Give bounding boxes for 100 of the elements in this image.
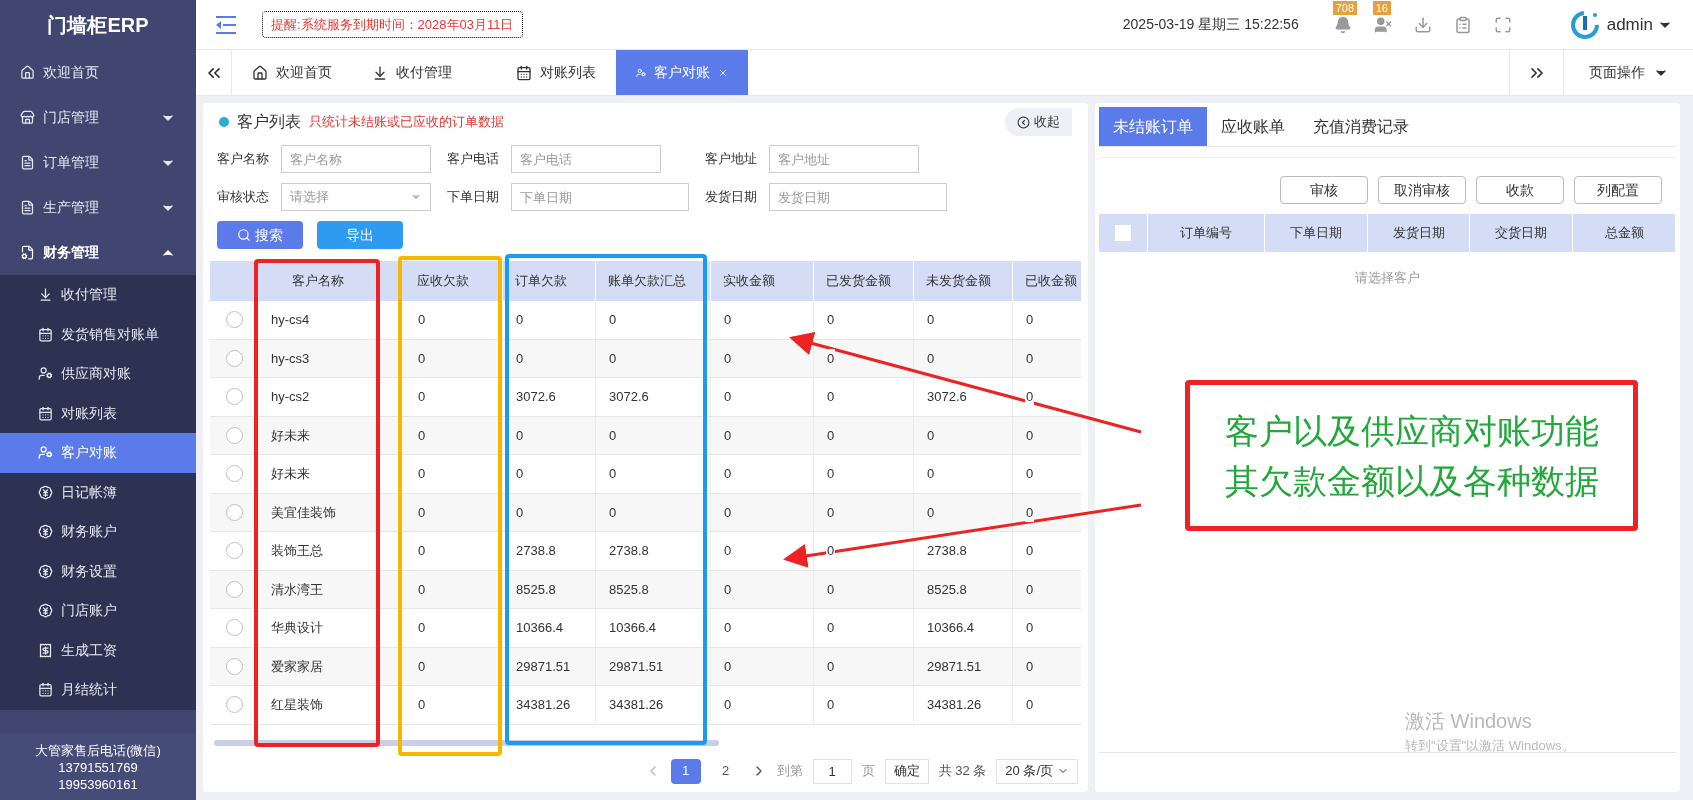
filter-label: 客户地址	[705, 150, 758, 169]
date-time: 2025-03-19 星期三 15:22:56	[1122, 15, 1299, 34]
filter-input[interactable]: 客户地址	[769, 145, 919, 173]
sidebar-subitem[interactable]: 生成工资	[0, 630, 196, 670]
menu-icon	[38, 445, 53, 461]
sidebar-subitem[interactable]: 收付管理	[0, 275, 196, 315]
support-contact: 19953960161	[58, 775, 138, 793]
total-count: 共 32 条	[938, 762, 987, 781]
menu-icon	[38, 287, 53, 303]
menu-icon	[38, 366, 53, 382]
sidebar-item[interactable]: 欢迎首页	[0, 50, 196, 95]
page-number[interactable]: 1	[670, 758, 701, 784]
fullscreen-icon[interactable]	[1493, 15, 1512, 34]
page-size-select[interactable]: 20 条/页	[996, 758, 1078, 784]
user-icon[interactable]	[1373, 15, 1392, 34]
callout-text: 客户以及供应商对账功能	[1224, 410, 1599, 452]
order-tab[interactable]: 充值消费记录	[1299, 107, 1423, 146]
menu-icon	[20, 245, 35, 260]
search-button[interactable]: 搜索	[217, 221, 303, 249]
page-input[interactable]: 1	[812, 758, 852, 784]
app-logo: 门墙柜ERP	[47, 13, 149, 38]
tab-icon	[516, 64, 532, 81]
sidebar-item[interactable]: 订单管理	[0, 140, 196, 185]
column-header: 下单日期	[1264, 214, 1368, 252]
panel-title: 客户列表	[237, 112, 301, 132]
action-button[interactable]: 收款	[1476, 176, 1564, 204]
callout-text: 其欠款金额以及各种数据	[1224, 460, 1599, 502]
row-radio[interactable]	[225, 580, 243, 598]
sidebar-subitem[interactable]: 月结统计	[0, 670, 196, 710]
page-unit: 页	[861, 762, 875, 781]
order-tab[interactable]: 应收账单	[1207, 107, 1299, 146]
row-radio[interactable]	[225, 619, 243, 637]
page-actions-menu[interactable]: 页面操作	[1563, 50, 1693, 95]
count-badge: 16	[1372, 0, 1391, 15]
filter-input[interactable]: 客户名称	[281, 145, 431, 173]
filter-input[interactable]: 发货日期	[769, 183, 947, 211]
user-menu[interactable]: admin	[1606, 11, 1673, 38]
chevron-icon	[1017, 115, 1030, 129]
menu-icon	[38, 326, 53, 342]
count-badge: 708	[1332, 0, 1358, 15]
menu-icon	[38, 682, 53, 698]
column-header: 总金额	[1573, 214, 1676, 252]
bell-icon[interactable]	[1333, 15, 1352, 34]
sidebar-subitem[interactable]: 对账列表	[0, 393, 196, 433]
menu-icon	[20, 65, 35, 80]
filter-label: 下单日期	[447, 188, 500, 207]
sidebar-subitem[interactable]: 发货销售对账单	[0, 314, 196, 354]
panel-hint: 只统计未结账或已应收的订单数据	[309, 113, 504, 132]
row-radio[interactable]	[225, 657, 243, 675]
filter-label: 发货日期	[705, 188, 758, 207]
row-radio[interactable]	[225, 696, 243, 714]
horizontal-scrollbar[interactable]	[214, 740, 719, 746]
page-number[interactable]: 2	[710, 758, 741, 784]
select-all-checkbox[interactable]	[1114, 225, 1131, 241]
sidebar-subitem[interactable]: 财务设置	[0, 551, 196, 591]
row-radio[interactable]	[225, 388, 243, 406]
row-radio[interactable]	[225, 349, 243, 367]
goto-label: 到第	[776, 762, 803, 781]
empty-message: 请选择客户	[1355, 269, 1420, 287]
page-tab[interactable]: 欢迎首页	[232, 50, 352, 95]
menu-icon[interactable]	[216, 14, 238, 35]
row-radio[interactable]	[225, 503, 243, 521]
download-icon[interactable]	[1413, 15, 1432, 34]
filter-label: 客户名称	[217, 150, 270, 169]
page-tab[interactable]: 客户对账	[616, 50, 748, 95]
tab-icon	[372, 64, 388, 81]
menu-icon	[38, 603, 53, 619]
action-button[interactable]: 取消审核	[1378, 176, 1466, 204]
filter-input[interactable]: 客户电话	[511, 145, 661, 173]
collapse-button[interactable]: 收起	[1005, 108, 1072, 136]
page-tab[interactable]: 收付管理	[352, 50, 472, 95]
action-button[interactable]: 审核	[1280, 176, 1368, 204]
filter-input[interactable]: 下单日期	[511, 183, 689, 211]
tab-icon	[252, 64, 268, 81]
sidebar-subitem[interactable]: 财务账户	[0, 512, 196, 552]
clipboard-icon[interactable]	[1453, 15, 1472, 34]
user-logo-icon	[1570, 10, 1599, 39]
column-header: 发货日期	[1367, 214, 1471, 252]
sidebar-item[interactable]: 财务管理	[0, 230, 196, 275]
page-tab[interactable]: 对账列表	[496, 50, 616, 95]
menu-icon	[38, 642, 53, 658]
menu-icon	[20, 110, 35, 125]
sidebar-subitem[interactable]: 日记帐簿	[0, 472, 196, 512]
sidebar-subitem[interactable]: 门店账户	[0, 591, 196, 631]
row-radio[interactable]	[225, 542, 243, 560]
sidebar-subitem[interactable]: 客户对账	[0, 433, 196, 473]
column-header: 交货日期	[1470, 214, 1574, 252]
sidebar-item[interactable]: 门店管理	[0, 95, 196, 140]
action-button[interactable]: 列配置	[1574, 176, 1662, 204]
row-radio[interactable]	[225, 465, 243, 483]
activation-title: 激活 Windows	[1405, 709, 1533, 734]
sidebar-subitem[interactable]: 供应商对账	[0, 354, 196, 394]
menu-icon	[20, 200, 35, 215]
sidebar-item[interactable]: 生产管理	[0, 185, 196, 230]
confirm-button[interactable]: 确定	[884, 758, 929, 784]
row-radio[interactable]	[225, 426, 243, 444]
row-radio[interactable]	[225, 311, 243, 329]
order-tab[interactable]: 未结账订单	[1099, 107, 1207, 146]
activation-text: 转到"设置"以激活 Windows。	[1405, 737, 1575, 755]
support-contact: 13791551769	[58, 758, 138, 776]
